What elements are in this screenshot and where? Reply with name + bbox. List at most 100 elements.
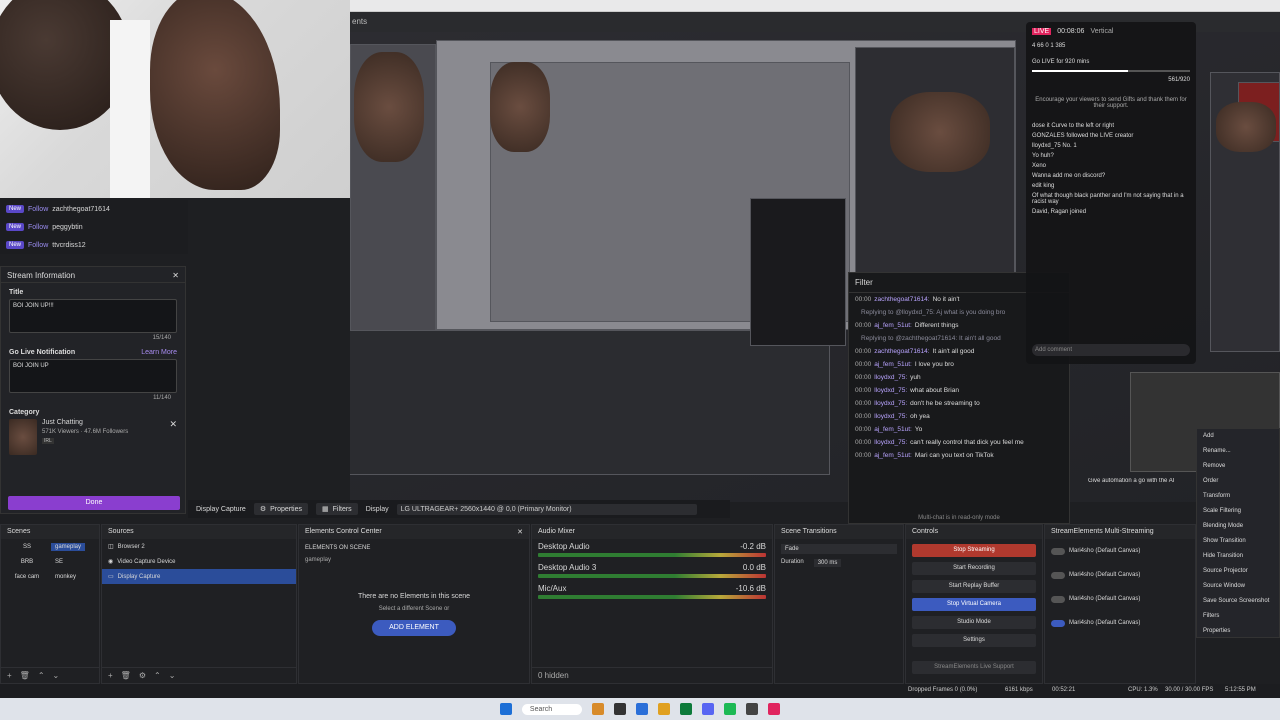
- selected-source: Display Capture: [196, 505, 246, 513]
- menu-item[interactable]: Filters: [1197, 609, 1279, 624]
- chat-message: 00:00 lloydxd_75: yuh: [855, 374, 921, 381]
- toggle[interactable]: [1051, 547, 1065, 555]
- audio-mixer-dock: Audio Mixer Desktop Audio -0.2 dB Desktop…: [531, 524, 773, 684]
- mixer-channel[interactable]: Desktop Audio 3 0.0 dB: [532, 560, 772, 581]
- up-icon[interactable]: ⌃: [38, 671, 45, 680]
- menu-item[interactable]: Scale Filtering: [1197, 504, 1279, 519]
- taskbar-search[interactable]: Search: [521, 703, 583, 715]
- up-icon[interactable]: ⌃: [154, 671, 161, 680]
- app-icon[interactable]: [636, 703, 649, 715]
- menu-item[interactable]: Blending Mode: [1197, 519, 1279, 534]
- hidden-count: 0 hidden: [538, 671, 569, 680]
- menu-item[interactable]: Remove: [1197, 459, 1279, 474]
- tiktok-comment: dose it Curve to the left or right: [1032, 123, 1115, 129]
- dock-title: Scenes: [7, 528, 31, 535]
- menu-item[interactable]: Order: [1197, 474, 1279, 489]
- obs-icon[interactable]: [746, 703, 759, 715]
- settings-button[interactable]: Settings: [912, 634, 1036, 647]
- app-icon[interactable]: [680, 703, 693, 715]
- toggle[interactable]: [1051, 571, 1065, 579]
- learn-more-link[interactable]: Learn More: [141, 349, 177, 356]
- add-icon[interactable]: +: [7, 671, 12, 680]
- app-icon[interactable]: [724, 703, 737, 715]
- mixer-channel[interactable]: Desktop Audio -0.2 dB: [532, 539, 772, 560]
- dock-title: Scene Transitions: [781, 528, 837, 535]
- down-icon[interactable]: ⌄: [169, 671, 176, 680]
- tiktok-comment: David, Ragan joined: [1032, 209, 1087, 215]
- tiktok-comment: Yo huh?: [1032, 153, 1054, 159]
- menu-item[interactable]: Transform: [1197, 489, 1279, 504]
- source-item[interactable]: ◫ Browser 2: [102, 539, 296, 554]
- remove-category-icon[interactable]: ✕: [169, 419, 177, 455]
- dropped-frames: Dropped Frames 0 (0.0%): [908, 687, 978, 693]
- sources-dock: Sources ◫ Browser 2 ◉ Video Capture Device…: [101, 524, 297, 684]
- menu-item[interactable]: Show Transition: [1197, 534, 1279, 549]
- live-support-button[interactable]: StreamElements Live Support: [912, 661, 1036, 674]
- tiktok-icon[interactable]: [768, 703, 781, 715]
- golive-input[interactable]: BOI JOIN UP: [9, 359, 177, 393]
- menu-item[interactable]: Hide Transition: [1197, 549, 1279, 564]
- category-tag: IRL: [42, 438, 54, 444]
- dock-title: StreamElements Multi-Streaming: [1051, 528, 1154, 535]
- tiktok-comment: GONZALES followed the LIVE creator: [1032, 133, 1134, 139]
- mixer-channel[interactable]: Mic/Aux -10.6 dB: [532, 581, 772, 602]
- source-item[interactable]: ▭ Display Capture: [102, 569, 296, 584]
- folder-icon[interactable]: [658, 703, 671, 715]
- trash-icon[interactable]: 🗑: [121, 671, 131, 680]
- menu-item[interactable]: Rename...: [1197, 444, 1279, 459]
- multistream-row[interactable]: Mari4sho (Default Canvas): [1045, 563, 1195, 587]
- display-select[interactable]: LG ULTRAGEAR+ 2560x1440 @ 0,0 (Primary M…: [396, 503, 697, 515]
- scene-item[interactable]: BRB SE: [1, 554, 99, 569]
- start-recording-button[interactable]: Start Recording: [912, 562, 1036, 575]
- close-icon[interactable]: ✕: [172, 271, 179, 280]
- scene-item[interactable]: SS gameplay: [1, 539, 99, 554]
- start-icon[interactable]: [499, 703, 512, 715]
- stream-info-panel: Stream Information ✕ Title BOI JOIN UP!!!…: [0, 266, 186, 514]
- category-label: Category: [9, 409, 40, 416]
- duration-input[interactable]: 300 ms: [813, 559, 842, 567]
- menu-item[interactable]: Save Source Screenshot: [1197, 594, 1279, 609]
- down-icon[interactable]: ⌄: [53, 671, 60, 680]
- gear-icon[interactable]: ⚙: [139, 671, 146, 680]
- multistream-row[interactable]: Mari4sho (Default Canvas): [1045, 539, 1195, 563]
- menu-item[interactable]: Properties: [1197, 624, 1279, 639]
- add-element-button[interactable]: ADD ELEMENT: [372, 620, 456, 636]
- dock-title: Sources: [108, 528, 134, 535]
- title-input[interactable]: BOI JOIN UP!!!: [9, 299, 177, 333]
- app-icon[interactable]: [592, 703, 605, 715]
- properties-button[interactable]: ⚙ Properties: [253, 503, 308, 515]
- menu-item[interactable]: Source Projector: [1197, 564, 1279, 579]
- tiktok-comment: Of what though black panther and I'm not…: [1032, 193, 1184, 205]
- stop-streaming-button[interactable]: Stop Streaming: [912, 544, 1036, 557]
- discord-icon[interactable]: [702, 703, 715, 715]
- app-icon[interactable]: [614, 703, 627, 715]
- context-menu: Add Rename... Remove Order Transform Scale Fi…: [1196, 428, 1280, 638]
- scene-item[interactable]: face cam monkey: [1, 569, 99, 584]
- studio-mode-button[interactable]: Studio Mode: [912, 616, 1036, 629]
- add-icon[interactable]: +: [108, 671, 113, 680]
- transition-select[interactable]: Fade: [781, 544, 897, 554]
- elements-dock: Elements Control Center ✕ ELEMENTS ON SCE…: [298, 524, 530, 684]
- multistream-dock: StreamElements Multi-Streaming Mari4sho …: [1044, 524, 1196, 684]
- multistream-row[interactable]: Mari4sho (Default Canvas): [1045, 611, 1195, 635]
- category-card[interactable]: Just Chatting 571K Viewers · 47.6M Follo…: [1, 419, 185, 455]
- close-icon[interactable]: ✕: [517, 528, 523, 536]
- title-label: Title: [9, 289, 24, 296]
- toggle[interactable]: [1051, 595, 1065, 603]
- dock-title: Controls: [912, 528, 939, 535]
- stop-virtual-camera-button[interactable]: Stop Virtual Camera: [912, 598, 1036, 611]
- followers-list: New Follow zachthegoat71614 New Follow peggy…: [0, 200, 188, 254]
- start-replay-button[interactable]: Start Replay Buffer: [912, 580, 1036, 593]
- menu-item[interactable]: Add: [1197, 429, 1279, 444]
- menu-item[interactable]: Source Window: [1197, 579, 1279, 594]
- multistream-row[interactable]: Mari4sho (Default Canvas): [1045, 587, 1195, 611]
- source-item[interactable]: ◉ Video Capture Device: [102, 554, 296, 569]
- done-button[interactable]: Done: [8, 496, 180, 510]
- category-stats: 571K Viewers · 47.6M Followers: [42, 429, 129, 435]
- trash-icon[interactable]: 🗑: [20, 671, 30, 680]
- comment-input[interactable]: Add comment: [1032, 344, 1190, 356]
- display-label: Display: [365, 505, 389, 513]
- toggle[interactable]: [1051, 619, 1065, 627]
- filters-button[interactable]: ▦ Filters: [316, 503, 358, 515]
- source-toolbar: Display Capture ⚙ Properties ▦ Filters Dis…: [188, 500, 730, 518]
